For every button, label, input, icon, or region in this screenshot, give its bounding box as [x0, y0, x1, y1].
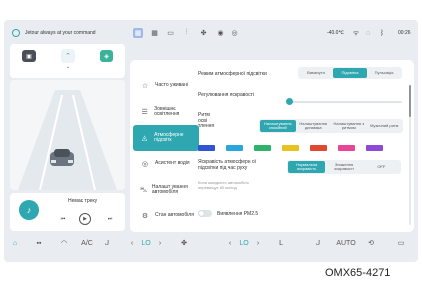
temp-down-right-icon[interactable]: ‹	[226, 237, 234, 249]
temperature: -40.0℃	[327, 30, 345, 36]
auto-button[interactable]: AUTO	[336, 237, 356, 249]
play-button[interactable]: ▶	[79, 213, 91, 225]
drive-option-off[interactable]: OFF	[363, 161, 400, 173]
sidebar-item-driver-assist[interactable]: ◎ Асистент водія	[133, 151, 199, 177]
color-swatch-red[interactable]	[310, 145, 327, 151]
rhythm-selector[interactable]: Налаштування спокійний Налаштування дина…	[259, 119, 403, 133]
sidebar-item-label: Налашт ування автомобіля	[151, 183, 188, 195]
pm25-toggle-knob[interactable]	[199, 211, 204, 216]
color-swatch-yellow[interactable]	[282, 145, 299, 151]
defrost-front-icon[interactable]: ◠	[58, 237, 70, 249]
brightness-slider-thumb[interactable]	[286, 98, 293, 105]
color-swatch-green[interactable]	[254, 145, 271, 151]
assistant-text: Jetour always at your command	[25, 30, 96, 36]
signal-icon: ⫶	[185, 29, 188, 36]
sidebar-item-exterior-lighting[interactable]: ☰ Зовнішнє освітлення	[133, 99, 199, 125]
fan-icon[interactable]: ✤	[178, 237, 190, 249]
chevron-down-icon[interactable]: ⌄	[64, 64, 72, 70]
bluetooth-icon: ᛒ	[379, 29, 385, 37]
sidebar-item-label: Асистент водія	[155, 160, 190, 167]
gear-icon: ⚙	[141, 213, 149, 220]
star-icon: ☆	[141, 83, 149, 90]
temp-up-right-icon[interactable]: ›	[254, 237, 262, 249]
ambient-mode-label: Режим атмосферної підсвітки	[198, 71, 267, 77]
sidebar-item-vehicle-status[interactable]: ⚙ Стан автомобіля	[133, 203, 199, 229]
mode-option-off[interactable]: Вимкнути	[299, 68, 333, 78]
navigation-icon[interactable]: ⌃	[61, 49, 75, 63]
ac-button[interactable]: A/C	[80, 237, 94, 249]
color-swatch-purple[interactable]	[366, 145, 383, 151]
sidebar-item-ambient-lighting[interactable]: ◬ Атмосферне підсвітк	[133, 125, 199, 151]
temp-left: LO	[141, 239, 151, 247]
temp-down-left-icon[interactable]: ‹	[128, 237, 136, 249]
ambient-light-icon: ◬	[141, 135, 148, 142]
pm25-label: Виявлення PM2.5	[217, 211, 259, 217]
next-icon[interactable]: ⏭	[107, 215, 113, 223]
sidebar-item-label: Стан автомобіля	[155, 212, 194, 219]
apps-icon[interactable]: ▪▪	[33, 237, 45, 249]
rhythm-option-music[interactable]: Музичний ритм	[367, 120, 403, 132]
track-title: Немає треку	[68, 198, 98, 204]
mode-option-pulse[interactable]: Пульсація	[367, 68, 401, 78]
defrost-rear-icon[interactable]: ▭	[395, 237, 407, 249]
home-icon[interactable]: ⌂	[9, 237, 21, 249]
brightness-slider[interactable]	[290, 101, 402, 103]
seat-vent-icon[interactable]: ᒍ	[313, 237, 323, 249]
color-swatch-pink[interactable]	[338, 145, 355, 151]
color-swatch-blue[interactable]	[198, 145, 215, 151]
sidebar-item-vehicle-settings[interactable]: ⛍ Налашт ування автомобіля	[133, 177, 199, 203]
fan-icon: ✤	[200, 30, 207, 37]
recirculation-icon[interactable]: ⟲	[365, 237, 377, 249]
brightness-label: Регулювання яскравості	[198, 92, 255, 98]
record-icon: ◉	[217, 30, 224, 37]
road-illustration	[18, 90, 117, 190]
rhythm-option-calm[interactable]: Налаштування спокійний	[260, 120, 296, 132]
rhythm-option-dynamic[interactable]: Налаштування динаміка	[296, 120, 332, 132]
ambient-mode-selector[interactable]: Вимкнути Підсвітка Пульсація	[298, 67, 402, 79]
grid-icon[interactable]: ▦	[150, 28, 159, 38]
voice-assistant-icon[interactable]	[12, 29, 20, 37]
car-icon	[50, 149, 74, 166]
temp-right: LO	[239, 239, 249, 247]
media-app-icon[interactable]: ▣	[22, 50, 36, 62]
wifi-icon: ᯤ	[352, 29, 360, 37]
user-icon[interactable]: ◌	[364, 28, 372, 38]
drive-option-normal[interactable]: Нормальна яскравість	[288, 161, 326, 173]
temp-up-left-icon[interactable]: ›	[156, 237, 164, 249]
mode-option-light[interactable]: Підсвітка	[333, 68, 367, 78]
app-icon[interactable]: ▦	[133, 28, 143, 38]
app-store-icon[interactable]: ◈	[100, 50, 113, 62]
steering-icon: ◎	[141, 161, 149, 168]
drive-brightness-selector[interactable]: Нормальна яскравість Зниження яскравості…	[287, 160, 401, 174]
previous-icon[interactable]: ⏮	[60, 215, 66, 223]
drive-option-reduced[interactable]: Зниження яскравості	[325, 161, 362, 173]
scrollbar-thumb[interactable]	[409, 85, 411, 117]
camera-icon: ◎	[231, 30, 238, 37]
car-icon: ⛍	[139, 186, 148, 194]
music-note-icon: ♪	[19, 200, 39, 220]
sidebar-item-label: Часто уживані	[155, 82, 188, 89]
screen-icon[interactable]: ▭	[166, 28, 175, 38]
seat-heat-right-icon[interactable]: ᒪ	[276, 237, 286, 249]
drive-brightness-note: Коли швидкість автомобіля перевищує 80 к…	[198, 180, 249, 190]
color-swatch-sky[interactable]	[226, 145, 243, 151]
seat-heat-left-icon[interactable]: ᒍ	[102, 237, 112, 249]
rhythm-option-rhythm[interactable]: Налаштування з ритмом	[331, 120, 367, 132]
sidebar-item-favorites[interactable]: ☆ Часто уживані	[133, 73, 199, 99]
headlight-icon: ☰	[141, 109, 148, 116]
sidebar-item-label: Зовнішнє освітлення	[154, 105, 180, 117]
figure-code: OMX65-4271	[325, 267, 391, 279]
rhythm-label: Ритм осві тлення	[198, 112, 215, 129]
drive-brightness-label: Яскравість атмосферн ої підсвітки під ча…	[198, 159, 257, 171]
clock: 00:26	[398, 30, 411, 36]
sidebar-item-label: Атмосферне підсвітк	[154, 131, 184, 143]
